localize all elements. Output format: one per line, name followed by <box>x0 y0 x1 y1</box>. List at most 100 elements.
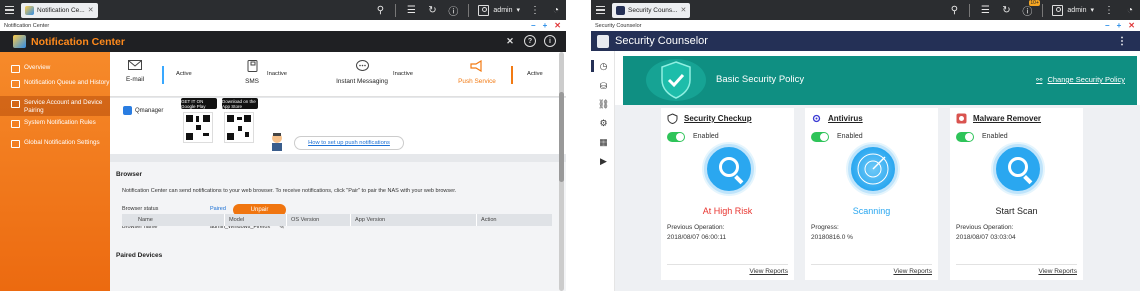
search-icon[interactable]: ⚲ <box>948 4 960 16</box>
card-title-link[interactable]: Malware Remover <box>956 113 1041 124</box>
column-header[interactable]: Name <box>122 214 225 226</box>
channel-sms[interactable]: SMS <box>240 60 264 85</box>
scrollbar[interactable] <box>559 52 564 291</box>
browser-section: Browser Notification Center can send not… <box>110 162 566 291</box>
enable-toggle[interactable] <box>667 132 685 142</box>
sidebar-item-service-account[interactable]: Service Account and Device Pairing <box>0 96 110 116</box>
channel-label: Instant Messaging <box>336 78 388 85</box>
announcement-nav-icon[interactable]: ▶ <box>598 156 609 167</box>
chevron-down-icon: ▾ <box>516 7 520 14</box>
sync-icon[interactable]: ↻ <box>426 4 438 16</box>
card-title-link[interactable]: Antivirus <box>811 113 863 124</box>
settings-nav-icon[interactable]: ⚙ <box>598 118 609 129</box>
maximize-icon[interactable]: + <box>1117 21 1122 30</box>
column-header[interactable]: App Version <box>351 214 477 226</box>
sidebar-item-global-settings[interactable]: Global Notification Settings <box>0 136 110 156</box>
enable-toggle[interactable] <box>811 132 829 142</box>
card-title-link[interactable]: Security Checkup <box>667 113 752 124</box>
scan-button[interactable] <box>704 144 754 194</box>
section-heading: Browser <box>116 171 143 178</box>
enable-toggle[interactable] <box>956 132 974 142</box>
sidebar-item-label: Overview <box>24 64 51 71</box>
info-icon[interactable]: i <box>544 35 556 47</box>
qmanager-panel: Qmanager GET IT ON Google Play Download … <box>110 98 566 154</box>
help-icon[interactable]: ? <box>524 35 536 47</box>
section-heading: Paired Devices <box>116 252 163 259</box>
google-play-badge[interactable]: GET IT ON Google Play <box>181 98 217 109</box>
dashboard-nav-icon[interactable]: ◷ <box>598 61 609 72</box>
window-titlebar: Security Counselor – + ✕ <box>591 20 1140 31</box>
magnifier-icon <box>719 157 739 177</box>
qmanager-label: Qmanager <box>135 107 164 114</box>
close-window-icon[interactable]: ✕ <box>1128 21 1135 30</box>
column-header: Action <box>481 217 497 223</box>
tab-title: Notification Ce... <box>37 6 85 14</box>
security-counselor-app-icon <box>616 5 625 15</box>
tab-title: Security Couns... <box>628 6 678 14</box>
app-tab[interactable]: Security Couns... ✕ <box>612 2 691 18</box>
more-options-icon[interactable]: ⋮ <box>1117 36 1127 47</box>
sync-icon[interactable]: ↻ <box>1000 4 1012 16</box>
divider <box>1042 3 1044 17</box>
tasks-icon[interactable]: ☰ <box>405 4 417 16</box>
sidebar-item-rules[interactable]: System Notification Rules <box>0 116 110 136</box>
view-reports-link[interactable]: View Reports <box>893 268 932 275</box>
divider <box>395 3 397 17</box>
minimize-icon[interactable]: – <box>1105 21 1109 30</box>
close-tab-icon[interactable]: ✕ <box>88 6 94 14</box>
scan-progress-radar <box>848 144 898 194</box>
change-policy-link[interactable]: ⚯ Change Security Policy <box>1036 75 1125 84</box>
security-checkup-nav-icon[interactable]: ⛁ <box>598 81 609 92</box>
shield-check-icon <box>646 59 706 101</box>
push-setup-link[interactable]: How to set up push notifications <box>294 136 404 150</box>
sidebar-item-overview[interactable]: Overview <box>0 61 110 76</box>
view-reports-link[interactable]: View Reports <box>1038 268 1077 275</box>
settings-icon <box>11 140 20 148</box>
maximize-icon[interactable]: + <box>543 21 548 30</box>
dashboard-icon[interactable]: ◔ <box>550 4 562 16</box>
more-icon[interactable]: ⋮ <box>1103 4 1115 16</box>
menu-icon[interactable] <box>591 0 609 20</box>
user-menu[interactable]: admin ▾ <box>478 4 520 16</box>
info-value: 2018/08/07 03:03:04 <box>956 234 1016 241</box>
scan-button[interactable] <box>993 144 1043 194</box>
channel-instant-messaging[interactable]: Instant Messaging <box>332 60 392 85</box>
tools-icon[interactable]: ✕ <box>504 35 516 47</box>
app-logo-icon <box>597 34 609 48</box>
sidebar-item-queue-history[interactable]: Notification Queue and History <box>0 76 110 96</box>
app-store-badge[interactable]: Download on the App Store <box>222 98 258 109</box>
column-header[interactable]: OS Version <box>287 214 351 226</box>
window-titlebar: Notification Center – + ✕ <box>0 20 566 31</box>
apps-nav-icon[interactable]: ▦ <box>598 137 609 148</box>
dashboard-icon[interactable]: ◔ <box>1124 4 1136 16</box>
close-window-icon[interactable]: ✕ <box>554 21 561 30</box>
app-tab[interactable]: Notification Ce... ✕ <box>21 2 98 18</box>
malware-remover-icon <box>956 113 967 124</box>
channel-push-service[interactable]: Push Service <box>458 59 496 85</box>
channel-bar: E-mail Active SMS Inactive Instant Messa… <box>110 52 566 97</box>
column-header[interactable]: Model <box>225 214 287 226</box>
channel-status: Inactive <box>267 71 287 77</box>
minimize-icon[interactable]: – <box>531 21 535 30</box>
close-tab-icon[interactable]: ✕ <box>681 6 687 14</box>
user-menu[interactable]: admin ▾ <box>1052 4 1094 16</box>
channel-label: SMS <box>245 78 259 85</box>
antivirus-icon <box>812 114 821 123</box>
security-checkup-icon <box>667 113 678 124</box>
sms-icon <box>247 60 258 72</box>
system-taskbar: Security Couns... ✕ ⚲ ☰ ↻ ⓘ 10+ admin ▾ ⋮ … <box>591 0 1140 20</box>
more-icon[interactable]: ⋮ <box>529 4 541 16</box>
sidebar: Overview Notification Queue and History … <box>0 52 110 291</box>
notification-icon[interactable]: ⓘ 10+ <box>1021 0 1040 18</box>
user-icon <box>1052 4 1064 16</box>
channel-email[interactable]: E-mail <box>124 60 146 83</box>
menu-icon[interactable] <box>0 0 18 20</box>
security-counselor-window: Security Couns... ✕ ⚲ ☰ ↻ ⓘ 10+ admin ▾ ⋮ … <box>591 0 1140 291</box>
card-title: Antivirus <box>828 114 863 123</box>
tasks-icon[interactable]: ☰ <box>979 4 991 16</box>
view-reports-link[interactable]: View Reports <box>749 268 788 275</box>
search-icon[interactable]: ⚲ <box>374 4 386 16</box>
browser-description: Notification Center can send notificatio… <box>122 188 457 194</box>
shield-nav-icon[interactable]: ⛓ <box>598 99 609 110</box>
info-icon[interactable]: ⓘ <box>447 4 459 18</box>
